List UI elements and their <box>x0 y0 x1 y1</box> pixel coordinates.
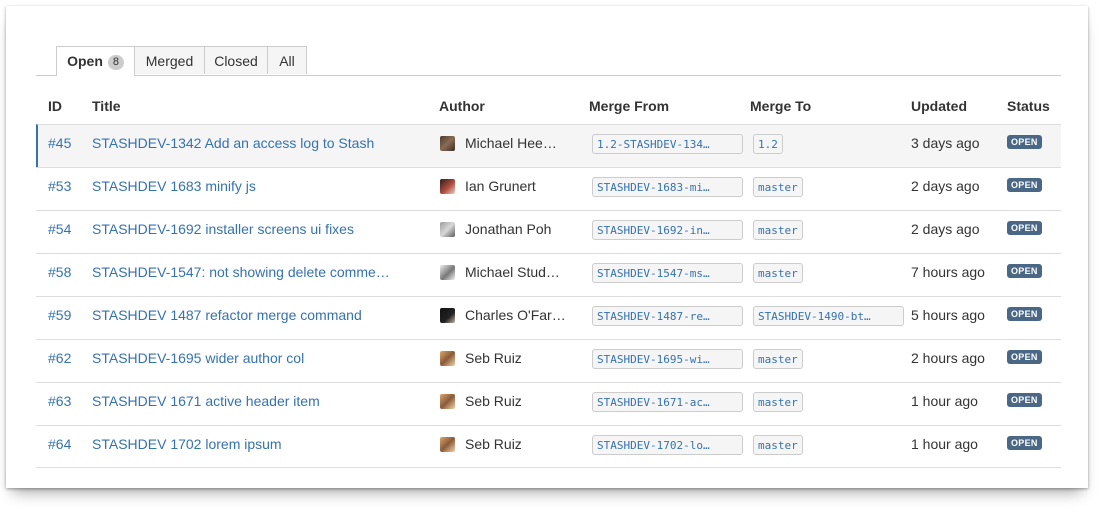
author-avatar <box>440 265 455 280</box>
pull-request-title-link[interactable]: STASHDEV 1702 lorem ipsum <box>92 436 412 452</box>
merge-from-branch[interactable]: STASHDEV-1702-lo… <box>592 435 743 455</box>
table-header: ID Title Author Merge From Merge To Upda… <box>36 94 1061 125</box>
updated-time: 1 hour ago <box>911 393 978 409</box>
pull-request-id-link[interactable]: #58 <box>48 264 71 280</box>
status-badge: OPEN <box>1007 436 1042 450</box>
updated-time: 7 hours ago <box>911 264 985 280</box>
column-header-updated[interactable]: Updated <box>911 98 967 114</box>
table-row[interactable]: #62 STASHDEV-1695 wider author col Seb R… <box>36 339 1061 382</box>
pull-request-id-link[interactable]: #53 <box>48 178 71 194</box>
pull-request-title-link[interactable]: STASHDEV-1547: not showing delete comme… <box>92 264 412 280</box>
tab-merged[interactable]: Merged <box>134 46 205 74</box>
tab-open-label: Open <box>67 53 103 69</box>
merge-from-branch[interactable]: 1.2-STASHDEV-134… <box>592 134 743 154</box>
status-badge: OPEN <box>1007 393 1042 407</box>
merge-from-branch[interactable]: STASHDEV-1683-mi… <box>592 177 743 197</box>
author-name: Charles O'Far… <box>465 307 566 323</box>
tab-all[interactable]: All <box>267 46 307 74</box>
status-badge: OPEN <box>1007 221 1042 235</box>
updated-time: 3 days ago <box>911 135 980 151</box>
updated-time: 2 days ago <box>911 221 980 237</box>
author-name: Jonathan Poh <box>465 221 552 237</box>
column-header-id[interactable]: ID <box>48 98 62 114</box>
pull-request-id-link[interactable]: #62 <box>48 350 71 366</box>
author-name: Seb Ruiz <box>465 350 522 366</box>
merge-to-branch[interactable]: master <box>753 263 803 283</box>
author-avatar <box>440 394 455 409</box>
updated-time: 1 hour ago <box>911 436 978 452</box>
tab-all-label: All <box>279 53 295 69</box>
merge-from-branch[interactable]: STASHDEV-1695-wi… <box>592 349 743 369</box>
tab-closed-label: Closed <box>214 53 258 69</box>
merge-to-branch[interactable]: STASHDEV-1490-bt… <box>753 306 904 326</box>
merge-to-branch[interactable]: master <box>753 349 803 369</box>
status-badge: OPEN <box>1007 350 1042 364</box>
merge-to-branch[interactable]: master <box>753 177 803 197</box>
author-avatar <box>440 222 455 237</box>
merge-from-branch[interactable]: STASHDEV-1692-in… <box>592 220 743 240</box>
table-row[interactable]: #63 STASHDEV 1671 active header item Seb… <box>36 382 1061 425</box>
author-name: Michael Hee… <box>465 135 557 151</box>
column-header-status[interactable]: Status <box>1007 98 1050 114</box>
merge-from-branch[interactable]: STASHDEV-1671-ac… <box>592 392 743 412</box>
tab-closed[interactable]: Closed <box>204 46 268 74</box>
pull-requests-panel: Open 8 Merged Closed All ID Title Author … <box>6 6 1088 488</box>
updated-time: 5 hours ago <box>911 307 985 323</box>
merge-from-branch[interactable]: STASHDEV-1487-re… <box>592 306 743 326</box>
author-avatar <box>440 179 455 194</box>
column-header-author[interactable]: Author <box>439 98 485 114</box>
table-row[interactable]: #59 STASHDEV 1487 refactor merge command… <box>36 296 1061 339</box>
merge-to-branch[interactable]: 1.2 <box>753 134 783 154</box>
merge-to-branch[interactable]: master <box>753 435 803 455</box>
pull-request-id-link[interactable]: #59 <box>48 307 71 323</box>
pull-request-id-link[interactable]: #64 <box>48 436 71 452</box>
table-row[interactable]: #58 STASHDEV-1547: not showing delete co… <box>36 253 1061 296</box>
pull-request-id-link[interactable]: #54 <box>48 221 71 237</box>
author-avatar <box>440 437 455 452</box>
author-name: Seb Ruiz <box>465 436 522 452</box>
table-row[interactable]: #53 STASHDEV 1683 minify js Ian Grunert … <box>36 167 1061 210</box>
column-header-title[interactable]: Title <box>92 98 121 114</box>
pull-request-title-link[interactable]: STASHDEV-1695 wider author col <box>92 350 412 366</box>
pull-request-title-link[interactable]: STASHDEV 1671 active header item <box>92 393 412 409</box>
merge-to-branch[interactable]: master <box>753 220 803 240</box>
author-avatar <box>440 136 455 151</box>
status-badge: OPEN <box>1007 178 1042 192</box>
merge-to-branch[interactable]: master <box>753 392 803 412</box>
status-badge: OPEN <box>1007 307 1042 321</box>
column-header-merge-to[interactable]: Merge To <box>750 98 811 114</box>
status-badge: OPEN <box>1007 135 1042 149</box>
pull-request-title-link[interactable]: STASHDEV 1487 refactor merge command <box>92 307 412 323</box>
pull-request-tabs: Open 8 Merged Closed All <box>36 46 1061 76</box>
merge-from-branch[interactable]: STASHDEV-1547-ms… <box>592 263 743 283</box>
table-row[interactable]: #64 STASHDEV 1702 lorem ipsum Seb Ruiz S… <box>36 425 1061 468</box>
pull-request-title-link[interactable]: STASHDEV-1692 installer screens ui fixes <box>92 221 412 237</box>
column-header-merge-from[interactable]: Merge From <box>589 98 669 114</box>
author-name: Michael Stud… <box>465 264 560 280</box>
pull-request-title-link[interactable]: STASHDEV-1342 Add an access log to Stash <box>92 135 412 151</box>
updated-time: 2 days ago <box>911 178 980 194</box>
table-row[interactable]: #45 STASHDEV-1342 Add an access log to S… <box>36 124 1061 167</box>
tab-merged-label: Merged <box>145 53 194 69</box>
tab-open-count-badge: 8 <box>107 55 124 70</box>
table-row[interactable]: #54 STASHDEV-1692 installer screens ui f… <box>36 210 1061 253</box>
pull-request-id-link[interactable]: #45 <box>48 135 71 151</box>
author-name: Ian Grunert <box>465 178 536 194</box>
tab-open[interactable]: Open 8 <box>56 46 135 76</box>
updated-time: 2 hours ago <box>911 350 985 366</box>
author-avatar <box>440 308 455 323</box>
status-badge: OPEN <box>1007 264 1042 278</box>
pull-request-id-link[interactable]: #63 <box>48 393 71 409</box>
author-avatar <box>440 351 455 366</box>
author-name: Seb Ruiz <box>465 393 522 409</box>
pull-request-title-link[interactable]: STASHDEV 1683 minify js <box>92 178 412 194</box>
